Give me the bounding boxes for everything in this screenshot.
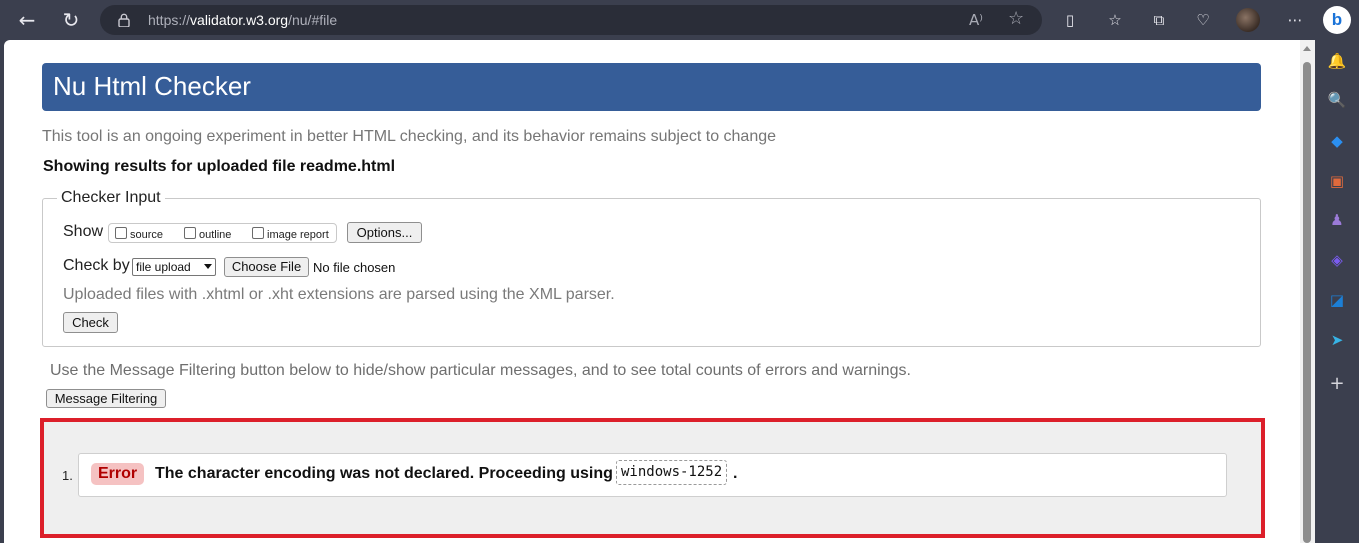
error-message: Error The character encoding was not dec…: [78, 453, 1227, 497]
source-checkbox[interactable]: [115, 227, 127, 239]
bell-icon[interactable]: 🔔: [1326, 50, 1348, 72]
outlook-icon[interactable]: ◪: [1326, 289, 1348, 311]
back-arrow-icon[interactable]: ←: [15, 8, 39, 32]
split-screen-icon[interactable]: ▯: [1059, 9, 1081, 31]
message-suffix: .: [733, 465, 738, 482]
options-button[interactable]: Options...: [347, 222, 422, 243]
error-badge: Error: [91, 463, 145, 485]
search-icon[interactable]: 🔍: [1326, 89, 1348, 111]
message-number: 1.: [62, 468, 73, 483]
check-button[interactable]: Check: [63, 312, 118, 333]
refresh-icon[interactable]: ↻: [59, 8, 83, 32]
read-aloud-icon[interactable]: A⁾: [969, 11, 983, 29]
source-label[interactable]: source: [130, 229, 163, 241]
page-content: Nu Html Checker This tool is an ongoing …: [4, 40, 1300, 543]
checker-input-fieldset: Checker Input Show source outline image …: [42, 189, 1261, 347]
checker-input-legend: Checker Input: [57, 189, 165, 207]
favorites-icon[interactable]: ☆: [1104, 9, 1126, 31]
collections-icon[interactable]: ⧉: [1148, 9, 1170, 31]
show-label: Show: [63, 223, 104, 240]
copilot-icon[interactable]: ◈: [1326, 249, 1348, 271]
title-bar: Nu Html Checker: [42, 63, 1261, 111]
url-text[interactable]: https://validator.w3.org/nu/#file: [148, 12, 337, 28]
results-heading: Showing results for uploaded file readme…: [43, 158, 396, 175]
performance-icon[interactable]: ♡: [1192, 9, 1214, 31]
image-report-checkbox[interactable]: [252, 227, 264, 239]
check-by-label: Check by: [63, 257, 130, 274]
outline-label[interactable]: outline: [199, 229, 231, 241]
page-scrollbar[interactable]: [1300, 40, 1315, 543]
xml-parser-note: Uploaded files with .xhtml or .xht exten…: [63, 286, 615, 303]
encoding-code: windows-1252: [616, 460, 728, 485]
add-icon[interactable]: +: [1326, 373, 1348, 395]
lock-icon[interactable]: [118, 13, 130, 27]
filter-note: Use the Message Filtering button below t…: [50, 362, 911, 379]
image-report-label[interactable]: image report: [267, 229, 329, 241]
send-icon[interactable]: ➤: [1326, 329, 1348, 351]
experiment-note: This tool is an ongoing experiment in be…: [42, 128, 777, 145]
scroll-thumb[interactable]: [1303, 62, 1311, 543]
scroll-up-arrow-icon[interactable]: [1303, 46, 1311, 51]
choose-file-button[interactable]: Choose File: [224, 257, 309, 277]
more-menu-icon[interactable]: ⋯: [1284, 9, 1306, 31]
browser-toolbar: ← ↻ https://validator.w3.org/nu/#file A⁾…: [0, 0, 1359, 40]
check-by-select[interactable]: file upload: [132, 258, 216, 276]
error-message-text: The character encoding was not declared.…: [155, 465, 613, 482]
toolbox-icon[interactable]: ▣: [1326, 170, 1348, 192]
page-title: Nu Html Checker: [53, 71, 251, 101]
tag-icon[interactable]: ◆: [1326, 130, 1348, 152]
show-options-group: source outline image report: [108, 223, 337, 243]
address-bar[interactable]: https://validator.w3.org/nu/#file A⁾ ☆: [100, 5, 1042, 35]
profile-avatar[interactable]: [1236, 8, 1260, 32]
bing-copilot-icon[interactable]: b: [1323, 6, 1351, 34]
chevron-down-icon: [204, 264, 212, 269]
message-filtering-button[interactable]: Message Filtering: [46, 389, 166, 408]
games-icon[interactable]: ♟: [1326, 209, 1348, 231]
no-file-chosen-text: No file chosen: [313, 260, 396, 275]
outline-checkbox[interactable]: [184, 227, 196, 239]
favorite-star-icon[interactable]: ☆: [1008, 8, 1024, 29]
edge-sidebar: 🔔 🔍 ◆ ▣ ♟ ◈ ◪ ➤ +: [1315, 40, 1359, 543]
results-panel: 1. Error The character encoding was not …: [40, 418, 1265, 538]
